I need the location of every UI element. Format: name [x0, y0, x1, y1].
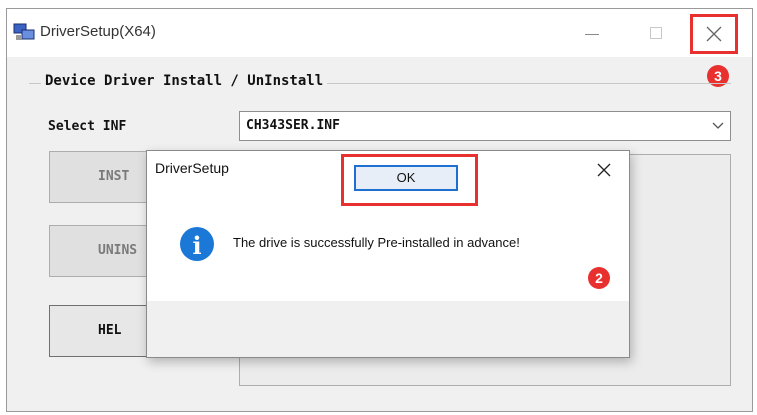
window-title: DriverSetup(X64): [40, 23, 156, 40]
inf-select-value: CH343SER.INF: [246, 118, 340, 133]
dialog-title: DriverSetup: [155, 160, 229, 176]
maximize-button[interactable]: [641, 19, 671, 47]
close-icon: [706, 26, 722, 42]
dialog-close-icon[interactable]: [593, 159, 615, 181]
title-bar: DriverSetup(X64): [7, 9, 752, 57]
group-title: Device Driver Install / UnInstall: [41, 73, 328, 89]
info-icon: i: [180, 227, 214, 261]
step-badge-ok: 2: [588, 267, 610, 289]
select-inf-label: Select INF: [48, 119, 127, 134]
chevron-down-icon: [712, 122, 724, 129]
close-button[interactable]: [690, 14, 738, 54]
driver-setup-icon: [13, 23, 35, 40]
minimize-button[interactable]: [577, 19, 607, 47]
dialog-footer: [147, 301, 629, 357]
ok-button[interactable]: OK: [354, 165, 458, 191]
dialog-message: The drive is successfully Pre-installed …: [233, 235, 520, 250]
inf-select[interactable]: CH343SER.INF: [239, 111, 731, 141]
